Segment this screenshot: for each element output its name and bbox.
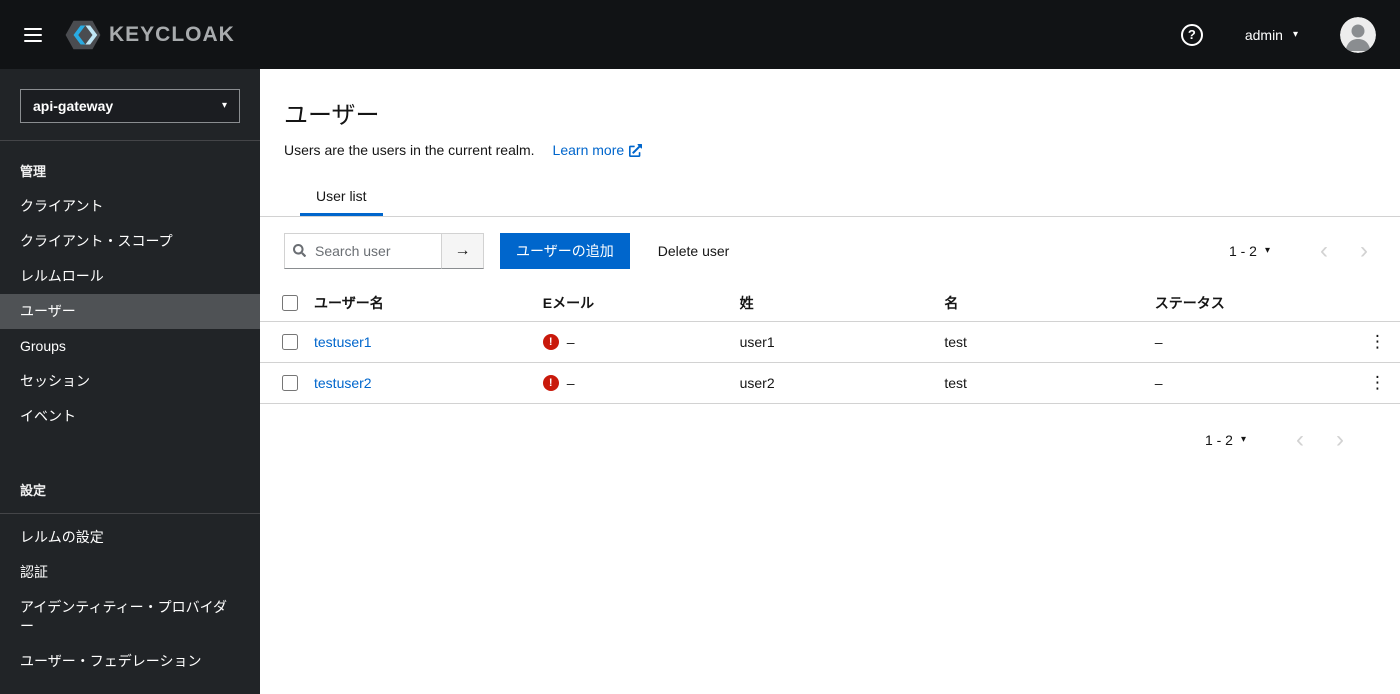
main-content: ユーザー Users are the users in the current …: [260, 69, 1400, 694]
column-header-lastname: 姓: [731, 285, 937, 322]
external-link-icon: [629, 143, 643, 157]
select-all-checkbox[interactable]: [282, 295, 298, 311]
lastname-value: user1: [731, 321, 937, 363]
error-circle-icon: !: [542, 375, 559, 391]
pagination-nav: ‹ ›: [1280, 428, 1360, 452]
avatar[interactable]: [1340, 16, 1376, 53]
pagination-range-label: 1 - 2: [1204, 432, 1233, 448]
tab-bar: User list: [260, 178, 1400, 217]
pagination-bottom: 1 - 2 ▾ ‹ ›: [260, 404, 1400, 452]
email-cell: ! –: [542, 334, 724, 350]
top-bar: KEYCLOAK ? admin ▾: [0, 0, 1400, 69]
sidebar-item-groups[interactable]: Groups: [0, 329, 260, 364]
sidebar-item-client-scopes[interactable]: クライアント・スコープ: [0, 224, 260, 259]
pagination-range-toggle[interactable]: 1 - 2 ▾: [1229, 243, 1270, 259]
learn-more-label: Learn more: [552, 142, 625, 158]
help-icon: ?: [1187, 27, 1196, 42]
column-header-username: ユーザー名: [306, 285, 535, 322]
hamburger-menu-icon[interactable]: [24, 27, 42, 42]
column-header-actions: [1354, 285, 1400, 322]
kebab-menu-button[interactable]: ⋮: [1363, 330, 1392, 354]
arrow-right-icon: →: [454, 242, 471, 259]
username-link[interactable]: testuser2: [314, 375, 372, 391]
page-description-row: Users are the users in the current realm…: [284, 142, 1376, 158]
sidebar: api-gateway ▾ 管理 クライアント クライアント・スコープ レルムロ…: [0, 69, 260, 694]
page-title: ユーザー: [284, 102, 380, 129]
brand-text: KEYCLOAK: [109, 22, 235, 46]
previous-page-button[interactable]: ‹: [1304, 239, 1344, 263]
topbar-right: ? admin ▾: [1180, 16, 1376, 53]
delete-user-button[interactable]: Delete user: [650, 243, 738, 259]
row-checkbox[interactable]: [282, 334, 298, 350]
sidebar-item-clients[interactable]: クライアント: [0, 189, 260, 224]
tab-user-list[interactable]: User list: [300, 178, 383, 216]
search-input[interactable]: [284, 233, 442, 269]
username-link[interactable]: testuser1: [314, 334, 372, 350]
user-menu[interactable]: admin ▾: [1245, 27, 1298, 43]
nav-section-manage: 管理 クライアント クライアント・スコープ レルムロール ユーザー Groups…: [0, 141, 260, 434]
page-description: Users are the users in the current realm…: [284, 142, 535, 158]
table-header-row: ユーザー名 Eメール 姓 名 ステータス: [260, 285, 1400, 322]
realm-selector[interactable]: api-gateway ▾: [20, 89, 240, 123]
sidebar-item-authentication[interactable]: 認証: [0, 555, 260, 590]
nav-section-header-manage: 管理: [20, 164, 47, 179]
next-page-button[interactable]: ›: [1344, 239, 1384, 263]
kebab-menu-button[interactable]: ⋮: [1363, 371, 1392, 395]
search-submit-button[interactable]: →: [442, 233, 484, 269]
chevron-down-icon: ▾: [221, 100, 227, 111]
sidebar-item-user-federation[interactable]: ユーザー・フェデレーション: [0, 644, 260, 679]
learn-more-link[interactable]: Learn more: [553, 142, 643, 158]
email-value: –: [566, 375, 575, 391]
chevron-down-icon: ▾: [1292, 28, 1298, 40]
sidebar-item-events[interactable]: イベント: [0, 399, 260, 434]
keycloak-logo-icon: [64, 19, 102, 51]
search-group: →: [284, 233, 484, 269]
lastname-value: user2: [731, 362, 937, 404]
sidebar-item-realm-roles[interactable]: レルムロール: [0, 259, 260, 294]
page-header: ユーザー Users are the users in the current …: [260, 69, 1400, 158]
email-value: –: [566, 334, 575, 350]
column-header-status: ステータス: [1146, 285, 1355, 322]
search-box: [284, 233, 442, 269]
pagination-range-toggle[interactable]: 1 - 2 ▾: [1205, 432, 1246, 448]
row-checkbox[interactable]: [282, 375, 298, 391]
nav-section-configure: 設定 レルムの設定 認証 アイデンティティー・プロバイダー ユーザー・フェデレー…: [0, 460, 260, 679]
username-label: admin: [1244, 26, 1283, 43]
pagination-nav: ‹ ›: [1304, 239, 1384, 263]
column-header-firstname: 名: [936, 285, 1147, 322]
email-cell: ! –: [542, 375, 724, 391]
toolbar: → ユーザーの追加 Delete user 1 - 2 ▾ ‹ ›: [260, 217, 1400, 285]
column-header-email: Eメール: [534, 285, 732, 322]
table-row: testuser1 ! – user1 test – ⋮: [260, 321, 1400, 363]
table-row: testuser2 ! – user2 test – ⋮: [260, 362, 1400, 404]
sidebar-item-identity-providers[interactable]: アイデンティティー・プロバイダー: [0, 590, 260, 644]
sidebar-item-sessions[interactable]: セッション: [0, 364, 260, 399]
layout: api-gateway ▾ 管理 クライアント クライアント・スコープ レルムロ…: [0, 69, 1400, 694]
search-icon: [293, 244, 306, 257]
users-table: ユーザー名 Eメール 姓 名 ステータス testuser1 ! – user1…: [260, 285, 1400, 404]
previous-page-button[interactable]: ‹: [1280, 428, 1320, 452]
chevron-down-icon: ▾: [1240, 434, 1246, 445]
sidebar-item-users[interactable]: ユーザー: [0, 294, 260, 329]
add-user-button[interactable]: ユーザーの追加: [500, 233, 630, 269]
firstname-value: test: [936, 362, 1147, 404]
next-page-button[interactable]: ›: [1320, 428, 1360, 452]
app-window: KEYCLOAK ? admin ▾ api-gateway ▾ 管理 クライア…: [0, 0, 1400, 694]
error-circle-icon: !: [542, 334, 559, 350]
firstname-value: test: [936, 321, 1147, 363]
status-value: –: [1146, 362, 1355, 404]
realm-name: api-gateway: [33, 98, 114, 114]
status-value: –: [1146, 321, 1355, 363]
pagination-top: 1 - 2 ▾ ‹ ›: [1229, 239, 1384, 263]
help-button[interactable]: ?: [1180, 23, 1203, 46]
chevron-down-icon: ▾: [1264, 245, 1270, 256]
sidebar-item-realm-settings[interactable]: レルムの設定: [0, 520, 260, 555]
nav-section-header-configure: 設定: [0, 474, 260, 514]
keycloak-brand[interactable]: KEYCLOAK: [64, 19, 235, 51]
pagination-range-label: 1 - 2: [1228, 243, 1257, 259]
